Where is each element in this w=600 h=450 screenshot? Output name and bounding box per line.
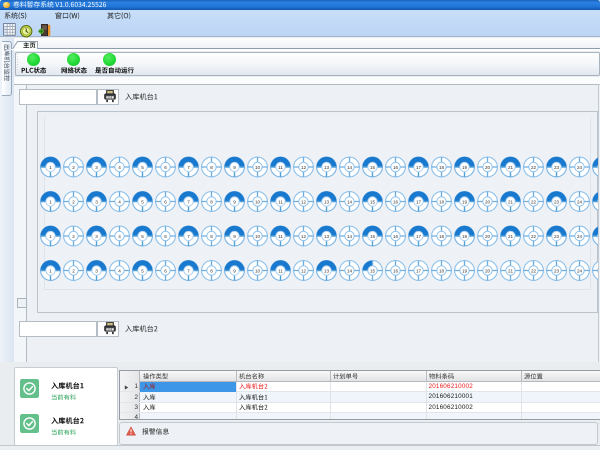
svg-text:20: 20 bbox=[484, 268, 490, 273]
svg-text:2: 2 bbox=[72, 233, 75, 238]
svg-text:4: 4 bbox=[118, 164, 121, 169]
svg-text:3: 3 bbox=[95, 233, 98, 238]
svg-text:4: 4 bbox=[118, 268, 121, 273]
svg-text:12: 12 bbox=[300, 268, 306, 273]
svg-text:13: 13 bbox=[323, 199, 329, 204]
svg-text:7: 7 bbox=[187, 268, 190, 273]
svg-text:6: 6 bbox=[164, 199, 167, 204]
svg-text:16: 16 bbox=[392, 164, 398, 169]
svg-text:3: 3 bbox=[95, 164, 98, 169]
svg-text:8: 8 bbox=[210, 233, 213, 238]
svg-text:13: 13 bbox=[323, 164, 329, 169]
svg-text:18: 18 bbox=[438, 233, 444, 238]
svg-text:12: 12 bbox=[300, 164, 306, 169]
svg-text:9: 9 bbox=[233, 233, 236, 238]
svg-text:12: 12 bbox=[300, 233, 306, 238]
svg-text:17: 17 bbox=[415, 199, 421, 204]
svg-text:10: 10 bbox=[254, 233, 260, 238]
svg-text:24: 24 bbox=[576, 233, 582, 238]
svg-text:15: 15 bbox=[369, 199, 375, 204]
svg-text:23: 23 bbox=[553, 233, 559, 238]
svg-text:20: 20 bbox=[484, 199, 490, 204]
svg-text:16: 16 bbox=[392, 268, 398, 273]
svg-text:10: 10 bbox=[254, 164, 260, 169]
svg-text:21: 21 bbox=[507, 233, 513, 238]
svg-text:12: 12 bbox=[300, 199, 306, 204]
svg-text:13: 13 bbox=[323, 233, 329, 238]
svg-text:15: 15 bbox=[369, 164, 375, 169]
svg-text:8: 8 bbox=[210, 199, 213, 204]
svg-text:5: 5 bbox=[141, 233, 144, 238]
svg-text:13: 13 bbox=[323, 268, 329, 273]
svg-text:11: 11 bbox=[278, 233, 283, 238]
svg-text:17: 17 bbox=[415, 268, 421, 273]
svg-text:23: 23 bbox=[553, 199, 559, 204]
svg-text:2: 2 bbox=[72, 164, 75, 169]
svg-text:15: 15 bbox=[369, 233, 375, 238]
svg-text:21: 21 bbox=[507, 199, 513, 204]
svg-text:14: 14 bbox=[346, 164, 352, 169]
svg-text:21: 21 bbox=[507, 164, 513, 169]
svg-text:5: 5 bbox=[141, 199, 144, 204]
svg-text:9: 9 bbox=[233, 199, 236, 204]
svg-text:16: 16 bbox=[392, 199, 398, 204]
svg-text:14: 14 bbox=[346, 268, 352, 273]
svg-text:20: 20 bbox=[484, 233, 490, 238]
svg-text:14: 14 bbox=[346, 199, 352, 204]
svg-text:18: 18 bbox=[438, 164, 444, 169]
svg-text:9: 9 bbox=[233, 268, 236, 273]
svg-text:8: 8 bbox=[210, 268, 213, 273]
svg-text:19: 19 bbox=[461, 233, 467, 238]
svg-text:1: 1 bbox=[49, 199, 52, 204]
svg-text:1: 1 bbox=[49, 233, 52, 238]
svg-text:16: 16 bbox=[392, 233, 398, 238]
svg-text:1: 1 bbox=[49, 268, 52, 273]
svg-text:6: 6 bbox=[164, 164, 167, 169]
svg-text:3: 3 bbox=[95, 268, 98, 273]
svg-text:22: 22 bbox=[530, 233, 536, 238]
svg-text:19: 19 bbox=[461, 199, 467, 204]
svg-text:24: 24 bbox=[576, 164, 582, 169]
svg-text:7: 7 bbox=[187, 164, 190, 169]
svg-text:24: 24 bbox=[576, 199, 582, 204]
svg-text:14: 14 bbox=[346, 233, 352, 238]
svg-text:17: 17 bbox=[415, 164, 421, 169]
svg-text:22: 22 bbox=[530, 199, 536, 204]
svg-text:5: 5 bbox=[141, 164, 144, 169]
svg-text:1: 1 bbox=[49, 164, 52, 169]
svg-text:7: 7 bbox=[187, 199, 190, 204]
svg-text:18: 18 bbox=[438, 199, 444, 204]
svg-text:11: 11 bbox=[278, 268, 283, 273]
svg-text:19: 19 bbox=[461, 164, 467, 169]
svg-text:6: 6 bbox=[164, 268, 167, 273]
svg-text:8: 8 bbox=[210, 164, 213, 169]
svg-text:21: 21 bbox=[507, 268, 513, 273]
svg-text:24: 24 bbox=[576, 268, 582, 273]
svg-text:10: 10 bbox=[254, 199, 260, 204]
svg-text:11: 11 bbox=[278, 199, 283, 204]
svg-text:23: 23 bbox=[553, 164, 559, 169]
svg-text:11: 11 bbox=[278, 164, 283, 169]
svg-text:22: 22 bbox=[530, 268, 536, 273]
svg-text:4: 4 bbox=[118, 233, 121, 238]
svg-text:3: 3 bbox=[95, 199, 98, 204]
svg-text:17: 17 bbox=[415, 233, 421, 238]
svg-text:22: 22 bbox=[530, 164, 536, 169]
svg-text:23: 23 bbox=[553, 268, 559, 273]
svg-text:2: 2 bbox=[72, 199, 75, 204]
svg-text:5: 5 bbox=[141, 268, 144, 273]
svg-text:7: 7 bbox=[187, 233, 190, 238]
svg-text:4: 4 bbox=[118, 199, 121, 204]
svg-text:15: 15 bbox=[369, 268, 375, 273]
svg-text:19: 19 bbox=[461, 268, 467, 273]
svg-text:6: 6 bbox=[164, 233, 167, 238]
svg-text:20: 20 bbox=[484, 164, 490, 169]
svg-text:9: 9 bbox=[233, 164, 236, 169]
svg-text:10: 10 bbox=[254, 268, 260, 273]
svg-text:2: 2 bbox=[72, 268, 75, 273]
svg-text:18: 18 bbox=[438, 268, 444, 273]
